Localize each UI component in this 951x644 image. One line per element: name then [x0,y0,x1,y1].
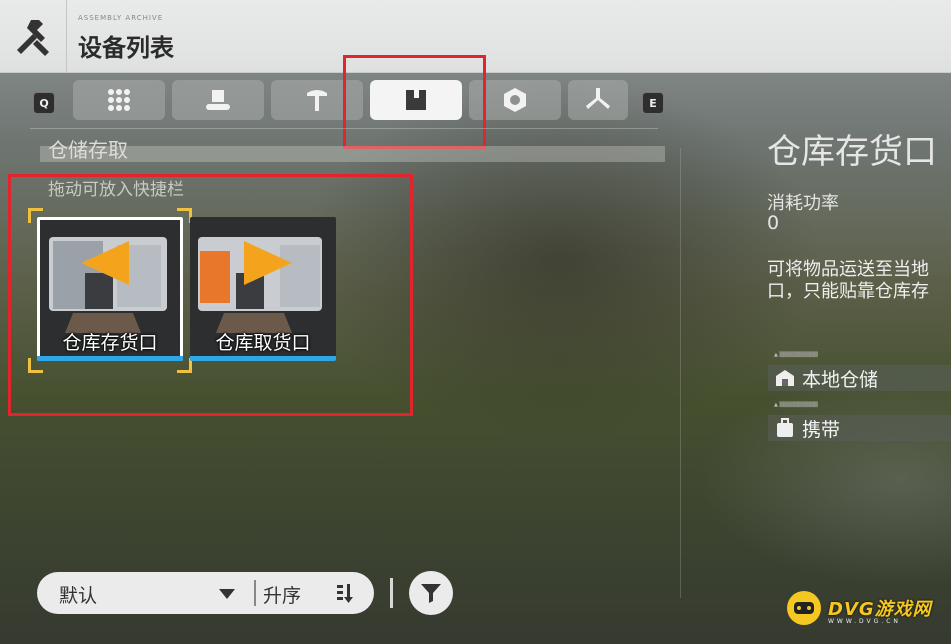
description-line: 口，只能贴靠仓库存 [767,281,929,302]
backpack-icon [777,418,793,437]
wrench-hammer-icon [0,0,67,72]
tab-power[interactable] [568,80,628,120]
chevron-down-icon[interactable] [218,588,236,600]
filter-button[interactable] [409,571,453,615]
conveyor-machine-icon [206,90,230,110]
gamepad-logo-icon [787,591,821,625]
detail-description: 可将物品运送至当地 口，只能贴靠仓库存 [767,259,929,303]
description-line: 可将物品运送至当地 [767,259,929,280]
filter-icon [421,584,441,603]
watermark-url: WWW.DVG.CN [828,618,901,625]
tag-mark: ▲ ▒▒▒▒▒▒▒▒▒▒ [774,402,818,408]
order-value[interactable]: 升序 [263,581,301,608]
warehouse-icon [776,370,794,386]
fan-blade-icon [586,88,610,109]
toolbar-separator [390,578,393,608]
tag-label: 携带 [802,418,841,441]
tag-mark: ▲ ▒▒▒▒▒▒▒▒▒▒ [774,352,818,358]
sort-select-value[interactable]: 默认 [59,581,97,608]
grid-icon [108,89,130,111]
tag-label: 本地仓储 [802,368,879,391]
highlight-box-cards [8,174,413,416]
detail-title: 仓库存货口 [767,132,937,172]
next-tab-key[interactable]: E [642,92,664,114]
tag-local-storage: 本地仓储 [768,365,951,391]
power-value: 0 [767,212,780,234]
site-watermark: DVG游戏网 WWW.DVG.CN [786,588,932,628]
tag-carry: 携带 [768,415,951,441]
section-header-bar [40,146,665,162]
sort-order-icon[interactable] [335,582,357,604]
prev-tab-key[interactable]: Q [33,92,55,114]
sort-bar: 默认 升序 [37,572,374,614]
tab-all[interactable] [73,80,165,120]
category-title: 仓储存取 [48,138,128,162]
pickaxe-icon [307,90,327,111]
highlight-box-tab [343,55,486,149]
panel-divider [680,148,681,598]
brand-mark: ASSEMBLY ARCHIVE [78,14,164,22]
page-title: 设备列表 [78,34,174,62]
divider [30,128,658,129]
hex-nut-icon [504,88,526,112]
sort-divider [254,580,256,606]
tab-machines[interactable] [172,80,264,120]
